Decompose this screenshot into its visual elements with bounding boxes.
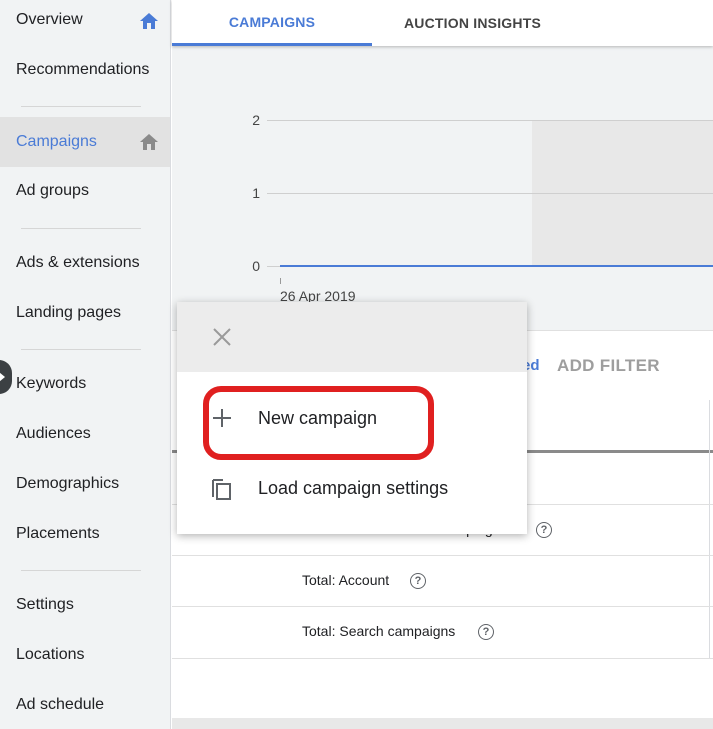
sidebar-item-label: Locations	[16, 646, 85, 663]
tab-bar: CAMPAIGNS AUCTION INSIGHTS	[172, 0, 713, 46]
sidebar-item-ads-extensions[interactable]: Ads & extensions	[0, 238, 170, 288]
page-bottom-shade	[172, 718, 713, 729]
y-tick-label: 0	[252, 258, 260, 274]
tab-auction-insights[interactable]: AUCTION INSIGHTS	[404, 0, 541, 46]
sidebar-item-label: Campaigns	[16, 133, 97, 150]
tab-campaigns[interactable]: CAMPAIGNS	[172, 0, 372, 46]
menu-item-label: New campaign	[258, 407, 378, 428]
sidebar-item-ad-schedule[interactable]: Ad schedule	[0, 680, 170, 729]
help-icon[interactable]: ?	[478, 624, 494, 640]
sidebar-item-label: Placements	[16, 525, 100, 542]
sidebar-item-demographics[interactable]: Demographics	[0, 459, 170, 509]
sidebar-item-keywords[interactable]: Keywords	[0, 359, 170, 409]
help-icon[interactable]: ?	[536, 522, 552, 538]
menu-item-load-campaign-settings[interactable]: Load campaign settings	[177, 458, 527, 518]
sidebar-item-label: Keywords	[16, 375, 87, 392]
y-tick-label: 1	[252, 185, 260, 201]
y-tick-label: 2	[252, 112, 260, 128]
table-footer	[172, 658, 713, 718]
sidebar-item-landing-pages[interactable]: Landing pages	[0, 288, 170, 338]
left-nav-sidebar: Overview Recommendations Campaigns Ad gr…	[0, 0, 171, 729]
tab-label: AUCTION INSIGHTS	[404, 15, 541, 31]
nav-divider	[21, 570, 141, 571]
popup-header	[177, 302, 527, 372]
sidebar-item-label: Demographics	[16, 475, 120, 492]
gridline	[267, 193, 713, 194]
home-icon[interactable]	[138, 132, 160, 152]
chevron-right-icon	[0, 372, 5, 382]
sidebar-item-label: Overview	[16, 11, 83, 28]
sidebar-item-placements[interactable]: Placements	[0, 509, 170, 559]
sidebar-item-settings[interactable]: Settings	[0, 580, 170, 630]
chart-series-line	[280, 265, 713, 267]
create-menu-popup: New campaign Load campaign settings	[177, 302, 527, 534]
nav-divider	[21, 228, 141, 229]
add-filter-button[interactable]: ADD FILTER	[557, 356, 660, 376]
sidebar-item-label: Settings	[16, 596, 74, 613]
table-row: Total: Search campaigns ?	[172, 606, 713, 657]
nav-divider	[21, 106, 141, 107]
sidebar-item-audiences[interactable]: Audiences	[0, 409, 170, 459]
plus-icon	[213, 409, 231, 427]
menu-item-new-campaign[interactable]: New campaign	[177, 388, 527, 448]
tab-label: CAMPAIGNS	[228, 13, 316, 30]
sidebar-item-label: Audiences	[16, 425, 91, 442]
help-icon[interactable]: ?	[410, 573, 426, 589]
total-row-label: Total: Search campaigns	[302, 623, 456, 639]
x-tick-mark	[280, 278, 281, 284]
total-row-label: Total: Account	[302, 572, 390, 588]
menu-item-label: Load campaign settings	[258, 477, 449, 498]
sidebar-item-ad-groups[interactable]: Ad groups	[0, 166, 170, 216]
sidebar-item-label: Recommendations	[16, 61, 150, 78]
sidebar-item-recommendations[interactable]: Recommendations	[0, 45, 170, 95]
sidebar-item-label: Ads & extensions	[16, 254, 140, 271]
sidebar-item-label: Ad schedule	[16, 696, 105, 713]
performance-chart: 2 1 0 26 Apr 2019	[172, 70, 713, 320]
sidebar-item-label: Landing pages	[16, 304, 121, 321]
home-icon[interactable]	[138, 11, 160, 31]
table-row: Total: Account ?	[172, 555, 713, 606]
gridline	[267, 120, 713, 121]
nav-divider	[21, 349, 141, 350]
close-icon[interactable]	[211, 326, 233, 348]
sidebar-item-locations[interactable]: Locations	[0, 630, 170, 680]
sidebar-item-label: Ad groups	[16, 182, 89, 199]
copy-icon	[212, 479, 231, 500]
